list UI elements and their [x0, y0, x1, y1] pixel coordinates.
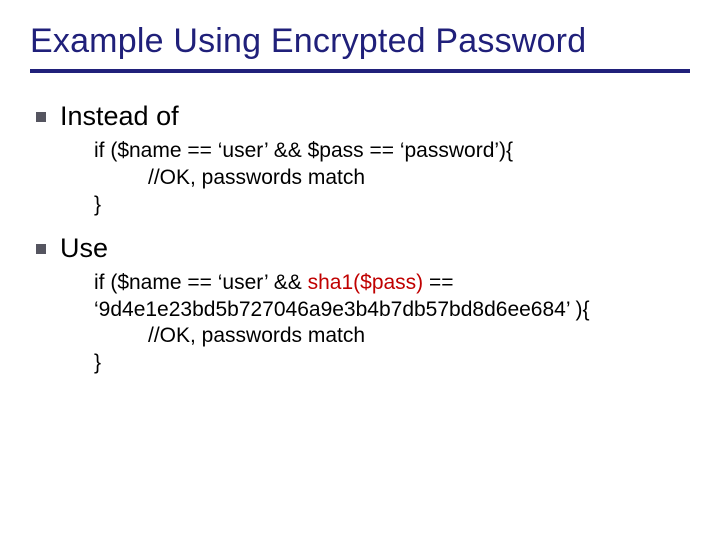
- code-line: ‘9d4e1e23bd5b727046a9e3b4b7db57bd8d6ee68…: [94, 298, 590, 321]
- bullet-text: Instead of: [60, 101, 179, 132]
- code-line-part: if ($name == ‘user’ &&: [94, 271, 308, 294]
- code-line: if ($name == ‘user’ && $pass == ‘passwor…: [94, 139, 513, 162]
- bullet-use: Use: [36, 233, 690, 264]
- slide-title: Example Using Encrypted Password: [30, 22, 690, 61]
- sha1-call: sha1($pass): [308, 271, 424, 294]
- code-line: //OK, passwords match: [94, 323, 690, 350]
- bullet-square-icon: [36, 244, 46, 254]
- code-block-sha1: if ($name == ‘user’ && sha1($pass) == ‘9…: [94, 270, 690, 378]
- code-line-part: ==: [423, 271, 453, 294]
- code-line: }: [94, 193, 101, 216]
- code-line: }: [94, 351, 101, 374]
- code-block-plain: if ($name == ‘user’ && $pass == ‘passwor…: [94, 138, 690, 219]
- code-line: //OK, passwords match: [94, 165, 690, 192]
- title-underline: [30, 69, 690, 73]
- bullet-text: Use: [60, 233, 108, 264]
- slide: Example Using Encrypted Password Instead…: [0, 0, 720, 540]
- bullet-square-icon: [36, 112, 46, 122]
- bullet-list: Instead of if ($name == ‘user’ && $pass …: [36, 101, 690, 377]
- bullet-instead-of: Instead of: [36, 101, 690, 132]
